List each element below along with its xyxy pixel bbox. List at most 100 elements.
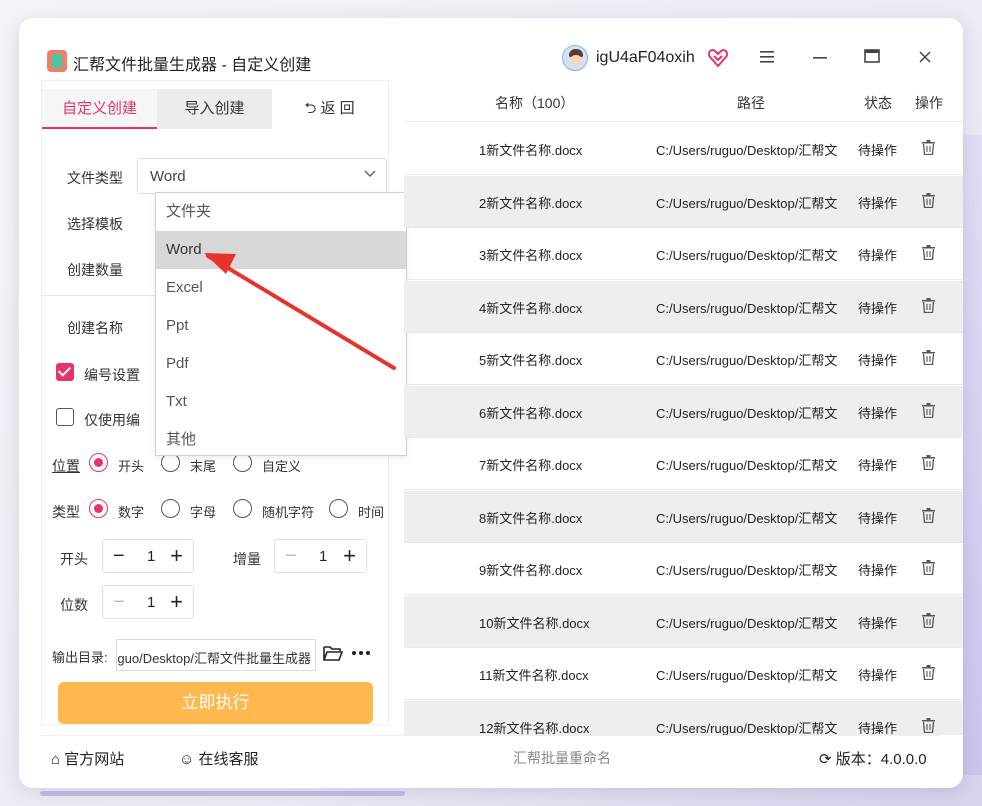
header-path[interactable]: 路径	[737, 93, 765, 113]
folder-icon[interactable]	[323, 645, 343, 662]
start-label: 开头	[60, 551, 88, 567]
increment-plus-button[interactable]: +	[343, 543, 356, 569]
row-file-path: C:/Users/ruguo/Desktop/汇帮文	[656, 720, 838, 736]
output-label: 输出目录:	[52, 650, 108, 665]
start-plus-button[interactable]: +	[170, 543, 183, 569]
row-file-name: 8新文件名称.docx	[479, 510, 583, 526]
support-label: 在线客服	[198, 751, 259, 768]
support-icon: ☺	[179, 751, 195, 768]
chevron-down-icon	[364, 170, 376, 178]
minimize-icon[interactable]	[813, 51, 827, 63]
avatar[interactable]	[562, 45, 588, 71]
website-link[interactable]: ⌂ 官方网站	[51, 748, 124, 769]
support-link[interactable]: ☺ 在线客服	[179, 748, 259, 769]
digits-plus-button[interactable]: +	[170, 589, 183, 615]
row-file-name: 9新文件名称.docx	[479, 563, 583, 578]
position-radio-start[interactable]	[89, 453, 108, 472]
header-action[interactable]: 操作	[915, 93, 943, 113]
numbering-checkbox[interactable]	[56, 363, 74, 381]
trash-icon[interactable]	[922, 560, 935, 575]
start-minus-button[interactable]: −	[113, 545, 125, 568]
table-row[interactable]: 8新文件名称.docx C:/Users/ruguo/Desktop/汇帮文 待操作	[404, 490, 963, 543]
table-row[interactable]: 3新文件名称.docx C:/Users/ruguo/Desktop/汇帮文 待操作	[404, 228, 963, 280]
digits-label: 位数	[60, 597, 88, 613]
trash-icon[interactable]	[922, 507, 935, 523]
output-dir-input[interactable]: guo/Desktop/汇帮文件批量生成器	[116, 639, 316, 671]
table-row[interactable]: 1新文件名称.docx C:/Users/ruguo/Desktop/汇帮文 待操作	[404, 123, 963, 175]
table-row[interactable]: 2新文件名称.docx C:/Users/ruguo/Desktop/汇帮文 待操作	[404, 175, 963, 228]
row-status: 待操作	[858, 300, 898, 316]
table-header: 名称（100） 路径 状态 操作	[404, 80, 963, 122]
table-row[interactable]: 4新文件名称.docx C:/Users/ruguo/Desktop/汇帮文 待操作	[404, 280, 963, 333]
version-info[interactable]: ⟳ 版本：4.0.0.0	[819, 748, 927, 769]
type-option-number: 数字	[118, 505, 145, 520]
row-file-path: C:/Users/ruguo/Desktop/汇帮文	[656, 405, 838, 421]
row-status: 待操作	[858, 720, 898, 736]
file-table: 名称（100） 路径 状态 操作 1新文件名称.docx C:/Users/rug…	[404, 80, 963, 735]
dropdown-option-folder[interactable]: 文件夹	[156, 193, 406, 231]
back-button[interactable]: ⮌ 返 回	[272, 89, 387, 129]
trash-icon[interactable]	[922, 717, 935, 733]
type-radio-random[interactable]	[233, 499, 252, 518]
row-file-path: C:/Users/ruguo/Desktop/汇帮文	[656, 563, 838, 578]
back-arrow-icon: ⮌	[304, 100, 321, 117]
row-file-path: C:/Users/ruguo/Desktop/汇帮文	[656, 195, 838, 211]
trash-icon[interactable]	[922, 612, 935, 628]
trash-icon[interactable]	[922, 297, 935, 313]
maximize-icon[interactable]	[864, 49, 880, 63]
trash-icon[interactable]	[922, 192, 935, 208]
digits-stepper[interactable]: − 1 +	[102, 585, 194, 619]
table-row[interactable]: 6新文件名称.docx C:/Users/ruguo/Desktop/汇帮文 待操作	[404, 385, 963, 438]
tab-import-create[interactable]: 导入创建	[157, 89, 272, 129]
type-option-random: 随机字符	[262, 505, 315, 520]
more-icon[interactable]	[352, 651, 370, 655]
table-row[interactable]: 5新文件名称.docx C:/Users/ruguo/Desktop/汇帮文 待操作	[404, 333, 963, 385]
vip-heart-icon[interactable]	[708, 49, 728, 67]
row-status: 待操作	[858, 458, 898, 473]
start-stepper[interactable]: − 1 +	[102, 539, 194, 573]
header-name[interactable]: 名称（100）	[495, 93, 574, 113]
trash-icon[interactable]	[922, 402, 935, 418]
row-status: 待操作	[858, 405, 898, 421]
table-row[interactable]: 9新文件名称.docx C:/Users/ruguo/Desktop/汇帮文 待操作	[404, 543, 963, 595]
row-status: 待操作	[858, 615, 898, 631]
template-label: 选择模板	[67, 216, 123, 232]
tab-bar: 自定义创建 导入创建 ⮌ 返 回	[42, 89, 390, 129]
window-title: 汇帮文件批量生成器 - 自定义创建	[73, 57, 312, 74]
only-use-checkbox[interactable]	[56, 408, 74, 426]
table-row[interactable]: 12新文件名称.docx C:/Users/ruguo/Desktop/汇帮文 待操…	[404, 700, 963, 736]
trash-icon[interactable]	[922, 455, 935, 470]
type-radio-time[interactable]	[329, 499, 348, 518]
username[interactable]: igU4aF04oxih	[596, 49, 695, 67]
close-icon[interactable]	[919, 51, 931, 63]
row-file-path: C:/Users/ruguo/Desktop/汇帮文	[656, 143, 838, 158]
increment-stepper[interactable]: − 1 +	[274, 539, 367, 573]
dropdown-option-other[interactable]: 其他	[156, 421, 406, 459]
count-label: 创建数量	[67, 262, 123, 278]
header-status[interactable]: 状态	[864, 93, 892, 113]
trash-icon[interactable]	[922, 350, 935, 365]
trash-icon[interactable]	[922, 245, 935, 260]
file-type-select[interactable]: Word	[137, 158, 387, 194]
type-radio-letter[interactable]	[161, 499, 180, 518]
type-option-letter: 字母	[190, 505, 217, 520]
output-dir-value: guo/Desktop/汇帮文件批量生成器	[117, 651, 311, 666]
type-label: 类型	[52, 504, 80, 520]
table-row[interactable]: 7新文件名称.docx C:/Users/ruguo/Desktop/汇帮文 待操作	[404, 438, 963, 490]
row-status: 待操作	[858, 195, 898, 211]
trash-icon[interactable]	[922, 665, 935, 680]
execute-button[interactable]: 立即执行	[58, 682, 373, 724]
dropdown-option-txt[interactable]: Txt	[156, 383, 406, 421]
digits-minus-button[interactable]: −	[113, 591, 125, 614]
row-status: 待操作	[858, 353, 898, 368]
tab-custom-create[interactable]: 自定义创建	[42, 89, 157, 129]
table-row[interactable]: 10新文件名称.docx C:/Users/ruguo/Desktop/汇帮文 待操…	[404, 595, 963, 648]
row-status: 待操作	[858, 510, 898, 526]
refresh-icon: ⟳	[819, 751, 832, 768]
menu-icon[interactable]	[760, 51, 774, 63]
type-radio-number[interactable]	[89, 499, 108, 518]
footer-bar: ⌂ 官方网站 ☺ 在线客服 汇帮批量重命名 ⟳ 版本：4.0.0.0	[41, 735, 941, 775]
table-row[interactable]: 11新文件名称.docx C:/Users/ruguo/Desktop/汇帮文 待操…	[404, 648, 963, 700]
trash-icon[interactable]	[922, 140, 935, 155]
increment-minus-button[interactable]: −	[285, 545, 297, 568]
